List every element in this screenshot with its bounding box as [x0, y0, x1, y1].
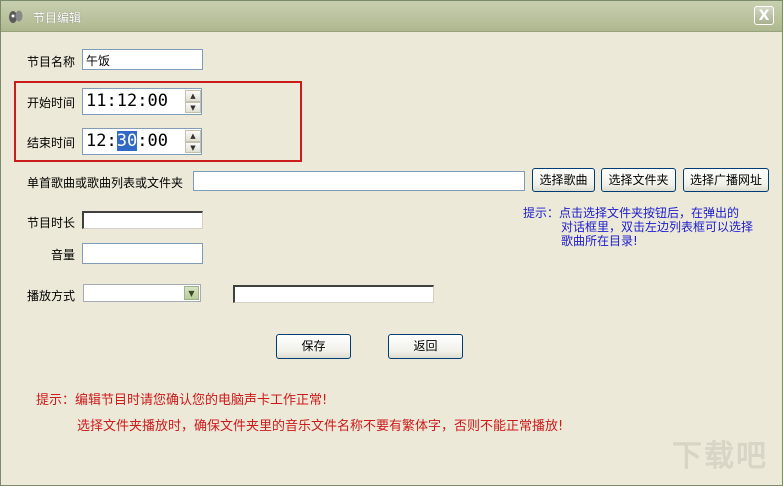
- extra-input[interactable]: [233, 285, 434, 303]
- start-hour[interactable]: 11: [86, 91, 106, 111]
- end-time-input[interactable]: 12:30:00: [82, 128, 202, 155]
- app-icon: [9, 10, 23, 23]
- end-second[interactable]: 00: [147, 131, 167, 151]
- program-edit-dialog: 节目编辑 X 节目名称 午饭 开始时间 11:12:00 ▲ ▼ 结束时间 12…: [0, 0, 783, 486]
- hint-line-1: 提示：点击选择文件夹按钮后，在弹出的: [523, 206, 740, 220]
- select-folder-button[interactable]: 选择文件夹: [601, 168, 676, 192]
- start-time-spinner[interactable]: ▲ ▼: [185, 90, 201, 113]
- start-minute[interactable]: 12: [117, 91, 137, 111]
- title-bar[interactable]: 节目编辑 X: [1, 1, 782, 32]
- start-time-input[interactable]: 11:12:00: [82, 88, 202, 115]
- hint-line-3: 歌曲所在目录!: [561, 234, 638, 248]
- duration-label: 节目时长: [27, 216, 76, 230]
- song-label: 单首歌曲或歌曲列表或文件夹: [27, 176, 184, 190]
- window-title: 节目编辑: [33, 11, 82, 25]
- end-down-arrow-icon[interactable]: ▼: [185, 141, 201, 153]
- warning-line-2: 选择文件夹播放时，确保文件夹里的音乐文件名称不要有繁体字，否则不能正常播放!: [77, 419, 564, 434]
- back-button[interactable]: 返回: [388, 334, 463, 359]
- start-time-label: 开始时间: [27, 96, 76, 110]
- volume-input[interactable]: [82, 243, 203, 264]
- duration-input[interactable]: [82, 211, 203, 229]
- playmode-select[interactable]: ▼: [83, 284, 201, 302]
- end-up-arrow-icon[interactable]: ▲: [185, 130, 201, 142]
- select-url-button[interactable]: 选择广播网址: [683, 168, 769, 192]
- end-time-spinner[interactable]: ▲ ▼: [185, 130, 201, 153]
- watermark: 下载吧: [672, 439, 768, 474]
- start-down-arrow-icon[interactable]: ▼: [185, 101, 201, 113]
- end-minute[interactable]: 30: [116, 131, 138, 151]
- close-icon: X: [758, 7, 770, 24]
- volume-label: 音量: [51, 248, 76, 262]
- name-input[interactable]: 午饭: [82, 49, 203, 70]
- close-button[interactable]: X: [754, 6, 774, 25]
- save-button[interactable]: 保存: [276, 334, 351, 359]
- end-time-label: 结束时间: [27, 136, 76, 150]
- playmode-label: 播放方式: [27, 289, 76, 303]
- name-label: 节目名称: [27, 55, 76, 69]
- hint-line-2: 对话框里，双击左边列表框可以选择: [561, 220, 754, 234]
- start-second[interactable]: 00: [147, 91, 167, 111]
- start-up-arrow-icon[interactable]: ▲: [185, 90, 201, 102]
- chevron-down-icon[interactable]: ▼: [184, 286, 199, 300]
- warning-line-1: 提示：编辑节目时请您确认您的电脑声卡工作正常!: [36, 393, 328, 408]
- end-hour[interactable]: 12: [86, 131, 106, 151]
- select-song-button[interactable]: 选择歌曲: [532, 168, 595, 192]
- song-input[interactable]: [193, 171, 525, 191]
